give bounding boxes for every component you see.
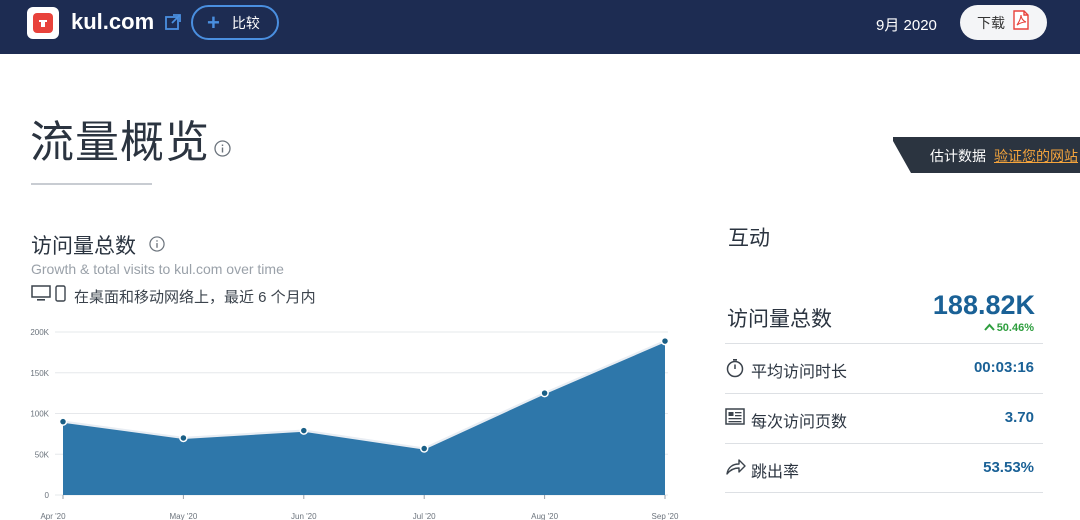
metric-label: 平均访问时长	[751, 364, 848, 381]
desktop-icon	[31, 285, 51, 307]
y-tick-label: 0	[45, 491, 50, 500]
data-point	[419, 444, 429, 453]
pdf-icon	[1013, 10, 1029, 35]
engagement-title: 互动	[728, 227, 770, 250]
device-filter-row: 在桌面和移动网络上，最近 6 个月内	[31, 285, 316, 307]
metric-value: 3.70	[1004, 409, 1034, 426]
estimate-banner: 估计数据 验证您的网站	[893, 137, 1080, 173]
metric-row-avg-duration: 平均访问时长 00:03:16	[725, 343, 1043, 393]
download-button[interactable]: 下载	[960, 5, 1047, 40]
x-tick-label: Jul '20	[413, 512, 436, 520]
download-button-label: 下载	[977, 14, 1005, 31]
total-visits-change-value: 50.46%	[996, 322, 1034, 334]
data-point	[58, 417, 68, 426]
metric-value: 53.53%	[983, 459, 1034, 476]
total-visits-value: 188.82K	[932, 290, 1035, 320]
metric-value: 00:03:16	[973, 359, 1034, 376]
stopwatch-icon	[725, 358, 745, 383]
total-visits-change: 50.46%	[983, 322, 1034, 334]
site-favicon-icon	[27, 7, 59, 39]
y-tick-label: 200K	[30, 328, 49, 337]
device-filter-text: 在桌面和移动网络上，最近 6 个月内	[74, 288, 316, 306]
x-tick-label: Apr '20	[40, 512, 66, 520]
data-point	[540, 388, 549, 398]
info-icon[interactable]	[214, 140, 231, 162]
estimate-label: 估计数据	[930, 148, 986, 164]
verify-site-link[interactable]: 验证您的网站	[994, 148, 1078, 164]
top-header-bar: kul.com + 比较 9月 2020 下载	[0, 0, 1080, 54]
title-underline-divider	[31, 183, 152, 185]
compare-button-label: 比较	[231, 14, 260, 31]
y-tick-label: 150K	[30, 369, 49, 378]
bounce-arrow-icon	[725, 458, 747, 481]
metric-label: 跳出率	[751, 464, 800, 481]
up-arrow-icon	[983, 322, 995, 334]
visits-subtitle: Growth & total visits to kul.com over ti…	[31, 261, 284, 277]
data-point	[299, 426, 309, 435]
x-tick-label: May '20	[170, 512, 198, 520]
visits-section-title: 访问量总数	[31, 235, 136, 258]
data-point	[179, 433, 188, 443]
y-tick-label: 100K	[30, 410, 49, 419]
metric-label: 每次访问页数	[751, 414, 848, 431]
date-label: 9月 2020	[876, 17, 937, 34]
visits-area-chart: 0 50K 100K 150K 200K Apr '20 May '20 Jun '20 Jul…	[30, 328, 679, 520]
y-tick-label: 50K	[35, 450, 50, 459]
data-point	[660, 336, 670, 346]
metric-row-pages-per-visit: 每次访问页数 3.70	[725, 393, 1043, 443]
mobile-icon	[55, 285, 66, 307]
external-link-icon[interactable]	[164, 13, 182, 31]
x-tick-label: Aug '20	[531, 512, 558, 520]
pages-icon	[725, 408, 745, 431]
plus-icon: +	[207, 9, 220, 35]
x-tick-label: Jun '20	[291, 512, 317, 520]
x-tick-label: Sep '20	[652, 512, 679, 520]
metric-row-bounce-rate: 跳出率 53.53%	[725, 443, 1043, 493]
total-visits-label: 访问量总数	[727, 308, 832, 331]
info-icon[interactable]	[149, 236, 165, 257]
page-title: 流量概览	[30, 118, 210, 167]
visits-area-series	[63, 341, 665, 495]
site-name: kul.com	[71, 9, 155, 34]
compare-button[interactable]: + 比较	[191, 5, 279, 40]
